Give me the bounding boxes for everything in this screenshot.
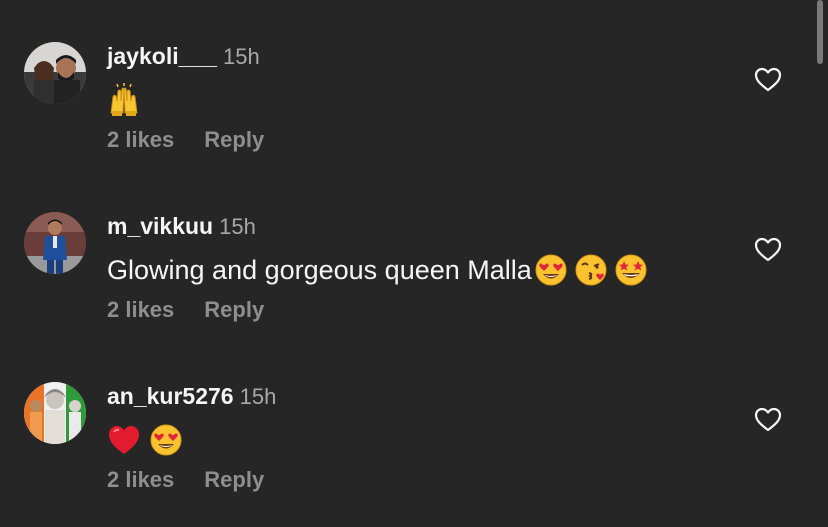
comment-actions: 2 likes Reply bbox=[107, 126, 264, 154]
avatar[interactable] bbox=[24, 382, 86, 444]
comment-item: an_kur5276 15h 2 likes Reply bbox=[0, 382, 828, 527]
scrollbar[interactable] bbox=[817, 0, 823, 64]
timestamp: 15h bbox=[219, 214, 256, 239]
username[interactable]: an_kur5276 bbox=[107, 383, 234, 409]
timestamp: 15h bbox=[222, 44, 260, 69]
comment-item: jaykoli___ 15h 2 likes Reply bbox=[0, 42, 828, 192]
comment-text-content: Glowing and gorgeous queen Malla bbox=[107, 255, 532, 285]
timestamp: 15h bbox=[239, 384, 277, 409]
avatar-image bbox=[24, 212, 86, 274]
red-heart-emoji-icon bbox=[107, 423, 141, 457]
like-heart-icon[interactable] bbox=[754, 66, 782, 94]
reply-button[interactable]: Reply bbox=[204, 297, 264, 322]
reply-button[interactable]: Reply bbox=[204, 467, 264, 492]
star-struck-emoji-icon bbox=[614, 253, 648, 287]
avatar[interactable] bbox=[24, 212, 86, 274]
likes-count[interactable]: 2 likes bbox=[107, 297, 174, 322]
avatar-image bbox=[24, 382, 86, 444]
comment-text: Glowing and gorgeous queen Malla bbox=[107, 250, 654, 290]
like-heart-icon[interactable] bbox=[754, 236, 782, 264]
comment-header: an_kur5276 15h bbox=[107, 382, 276, 410]
avatar-image bbox=[24, 42, 86, 104]
comment-header: m_vikkuu 15h bbox=[107, 212, 256, 240]
likes-count[interactable]: 2 likes bbox=[107, 467, 174, 492]
username[interactable]: jaykoli___ bbox=[107, 43, 217, 69]
comment-item: m_vikkuu 15h Glowing and gorgeous queen M… bbox=[0, 212, 828, 362]
likes-count[interactable]: 2 likes bbox=[107, 127, 174, 152]
comment-actions: 2 likes Reply bbox=[107, 466, 264, 494]
heart-eyes-emoji-icon bbox=[534, 253, 568, 287]
comment-actions: 2 likes Reply bbox=[107, 296, 264, 324]
like-heart-icon[interactable] bbox=[754, 406, 782, 434]
comment-text bbox=[107, 420, 189, 460]
comment-text bbox=[107, 80, 147, 120]
kissing-face-emoji-icon bbox=[574, 253, 608, 287]
avatar[interactable] bbox=[24, 42, 86, 104]
heart-eyes-emoji-icon bbox=[149, 423, 183, 457]
username[interactable]: m_vikkuu bbox=[107, 213, 213, 239]
reply-button[interactable]: Reply bbox=[204, 127, 264, 152]
comment-header: jaykoli___ 15h bbox=[107, 42, 260, 70]
raising-hands-emoji-icon bbox=[107, 83, 141, 117]
